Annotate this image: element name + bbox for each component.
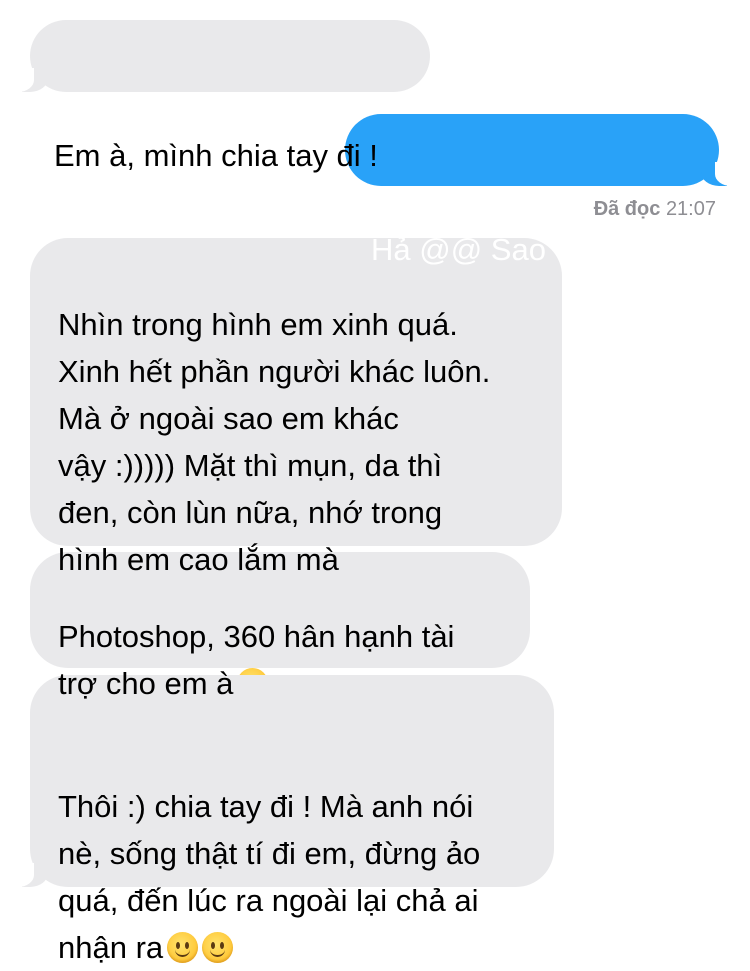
message-bubble-received[interactable]: Nhìn trong hình em xinh quá. Xinh hết ph… [30, 238, 562, 577]
message-text: Em à, mình chia tay đi ! [54, 138, 378, 173]
message-text: Hả @@ Sao vậy a ??? [371, 232, 689, 267]
bubble-tail [16, 68, 48, 92]
message-bubble-sent[interactable]: Hả @@ Sao vậy a ??? [345, 114, 733, 267]
slightly-smiling-face-icon [202, 932, 234, 963]
message-bubble-received[interactable]: Thôi :) chia tay đi ! Mà anh nói nè, sốn… [16, 675, 554, 965]
read-receipt-label: Đã đọc [593, 198, 661, 220]
message-text: Thôi :) chia tay đi ! Mà anh nói nè, sốn… [58, 789, 481, 965]
read-receipt: Đã đọc 21:07 [594, 198, 716, 221]
read-receipt-time: 21:07 [665, 198, 716, 220]
bubble-tail [701, 162, 733, 186]
slightly-smiling-face-icon [167, 932, 199, 963]
bubble-tail [16, 863, 48, 887]
message-text: Nhìn trong hình em xinh quá. Xinh hết ph… [58, 307, 491, 577]
message-bubble-received[interactable]: Em à, mình chia tay đi ! [16, 20, 430, 173]
